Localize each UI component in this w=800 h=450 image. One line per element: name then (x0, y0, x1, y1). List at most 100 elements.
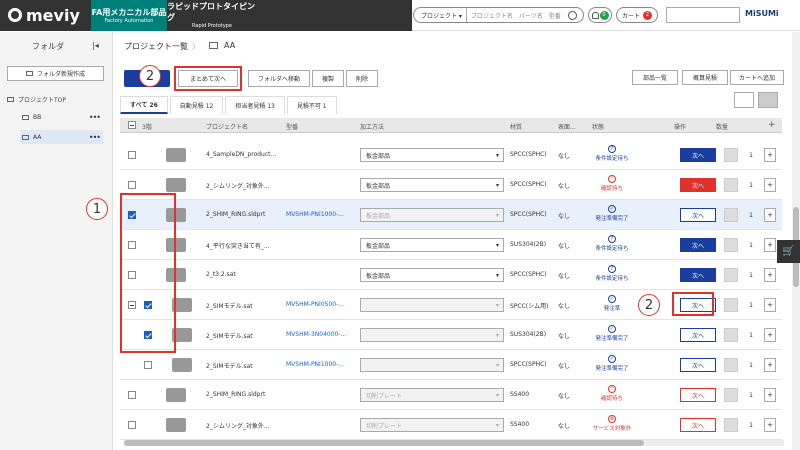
copy-button[interactable]: 複製 (312, 70, 344, 87)
quantity-stepper[interactable]: 1 + (724, 178, 780, 192)
quantity-stepper[interactable]: 1 + (724, 268, 780, 282)
model-number[interactable]: MVSHM-PNI1000-... (286, 211, 344, 218)
cart-button[interactable]: カート 2 (616, 7, 658, 23)
model-number[interactable]: MVSHM-PNI1000-... (286, 361, 344, 368)
part-thumbnail[interactable] (172, 358, 192, 372)
quantity-plus[interactable]: + (764, 388, 776, 402)
quantity-minus[interactable] (724, 208, 738, 222)
quantity-minus[interactable] (724, 178, 738, 192)
method-select[interactable]: 板金部品 ▾ (360, 238, 504, 252)
project-name[interactable]: 2_SHIM_RING.sldprt (206, 391, 265, 398)
method-select[interactable]: 切削プレート ▾ (360, 388, 504, 402)
notification-button[interactable]: 0 (588, 7, 612, 23)
project-name[interactable]: 2_SHIM_RING.sldprt (206, 211, 265, 218)
next-button[interactable]: 次へ (680, 208, 716, 222)
tab-rapid-prototype[interactable]: ラピッドプロトタイピング Rapid Prototype (167, 0, 257, 31)
table-row[interactable]: 2_SIMモデル.sat MVSHM-3N04000-... ▾ SUS304(2B)… (120, 320, 782, 350)
new-folder-button[interactable]: フォルダ新規作成 (7, 66, 104, 81)
table-row[interactable]: 2_SIMモデル.sat MVSHM-PNI1000-... ▾ SPCC(SPHC)… (120, 350, 782, 380)
quantity-stepper[interactable]: 1 + (724, 358, 780, 372)
next-button[interactable]: 次へ (680, 358, 716, 372)
quantity-plus[interactable]: + (764, 148, 776, 162)
add-to-cart-button[interactable]: カートへ追加 (730, 70, 784, 85)
grid-view-button[interactable] (734, 92, 754, 108)
method-select[interactable]: 板金部品 ▾ (360, 148, 504, 162)
sidebar-collapse-icon[interactable]: |◂ (92, 41, 99, 50)
tab-not-estimable[interactable]: 見積不可 1 (286, 96, 337, 114)
quantity-stepper[interactable]: 1 + (724, 238, 780, 252)
horizontal-scrollbar[interactable] (124, 440, 784, 446)
quantity-value[interactable]: 1 (738, 328, 764, 342)
next-button[interactable]: 次へ (680, 148, 716, 162)
breadcrumb-root[interactable]: プロジェクト一覧 (124, 41, 188, 52)
col-model[interactable]: 型番 (286, 122, 298, 131)
row-checkbox[interactable] (128, 421, 136, 429)
quantity-stepper[interactable]: 1 + (724, 418, 780, 432)
project-name[interactable]: 2_t3.2.sat (206, 271, 236, 278)
method-select[interactable]: 切削プレート ▾ (360, 418, 504, 432)
search-input[interactable]: プロジェクト名 パーツ名 型番 (467, 11, 568, 20)
method-select[interactable]: ▾ (360, 298, 504, 312)
part-thumbnail[interactable] (166, 178, 186, 192)
next-button[interactable]: 次へ (680, 418, 716, 432)
quantity-stepper[interactable]: 1 + (724, 298, 780, 312)
model-number[interactable]: MVSHM-3N04000-... (286, 331, 346, 338)
method-select[interactable]: ▾ (360, 358, 504, 372)
delete-button[interactable]: 削除 (346, 70, 378, 87)
table-row[interactable]: 2_SHIM_RING.sldprt 切削プレート ▾ SS400 なし! 確認待ち 次へ 1… (120, 380, 782, 410)
row-checkbox[interactable] (128, 181, 136, 189)
quantity-minus[interactable] (724, 268, 738, 282)
search-bar[interactable]: プロジェクト ▾ プロジェクト名 パーツ名 型番 (413, 7, 584, 23)
project-name[interactable]: 4_SampleDN_product... (206, 151, 276, 158)
model-number[interactable]: MVSHM-PNI0500-... (286, 301, 344, 308)
next-button[interactable]: 次へ (680, 178, 716, 192)
project-top-link[interactable]: プロジェクトTOP (7, 95, 66, 104)
quantity-value[interactable]: 1 (738, 148, 764, 162)
part-thumbnail[interactable] (166, 148, 186, 162)
quantity-plus[interactable]: + (764, 358, 776, 372)
quantity-plus[interactable]: + (764, 298, 776, 312)
quantity-plus[interactable]: + (764, 238, 776, 252)
table-row[interactable]: 2_シムリング_対象外... 板金部品 ▾ SPCC(SPHC) なし! 確認待ち 次へ 1 + (120, 170, 782, 200)
row-checkbox[interactable] (128, 391, 136, 399)
quantity-value[interactable]: 1 (738, 178, 764, 192)
quantity-plus[interactable]: + (764, 268, 776, 282)
project-name[interactable]: 2_シムリング_対象外... (206, 421, 270, 430)
table-row[interactable]: 4_平行な突き当て有_... 板金部品 ▾ SUS304(2B) なし? 条件設定待ち 次へ… (120, 230, 782, 260)
quantity-value[interactable]: 1 (738, 298, 764, 312)
next-button[interactable]: 次へ (680, 268, 716, 282)
col-surface[interactable]: 表面... (558, 122, 576, 131)
quantity-value[interactable]: 1 (738, 358, 764, 372)
quantity-minus[interactable] (724, 298, 738, 312)
table-row[interactable]: 4_SampleDN_product... 板金部品 ▾ SPCC(SPHC) なし? 条… (120, 140, 782, 170)
list-view-button[interactable] (758, 92, 778, 108)
quantity-minus[interactable] (724, 388, 738, 402)
table-row[interactable]: 2_シムリング_対象外... 切削プレート ▾ SS400 なし ⊗ サービス対象外 次へ 1 + (120, 410, 782, 440)
next-button[interactable]: 次へ (680, 238, 716, 252)
estimate-button[interactable]: 概算見積 (682, 70, 728, 85)
row-checkbox[interactable] (144, 361, 152, 369)
quantity-plus[interactable]: + (764, 178, 776, 192)
tab-staff-estimate[interactable]: 担当者見積 13 (225, 96, 285, 114)
part-thumbnail[interactable] (166, 418, 186, 432)
next-button[interactable]: 次へ (680, 328, 716, 342)
quantity-minus[interactable] (724, 238, 738, 252)
sidebar-item-aa[interactable]: AA ••• (20, 130, 103, 144)
method-select[interactable]: 板金部品 ▾ (360, 178, 504, 192)
quantity-plus[interactable]: + (764, 418, 776, 432)
meviy-logo[interactable]: meviy (0, 0, 91, 31)
quantity-stepper[interactable]: 1 + (724, 148, 780, 162)
method-select[interactable]: 板金部品 ▾ (360, 208, 504, 222)
project-name[interactable]: 2_SIMモデル.sat (206, 361, 253, 370)
method-select[interactable]: 板金部品 ▾ (360, 268, 504, 282)
tab-auto-estimate[interactable]: 自動見積 12 (169, 96, 224, 114)
quantity-minus[interactable] (724, 328, 738, 342)
floating-cart-button[interactable]: 🛒 (777, 240, 800, 263)
user-menu[interactable] (666, 7, 740, 23)
next-button[interactable]: 次へ (680, 388, 716, 402)
col-status[interactable]: 状態 (592, 122, 604, 131)
method-select[interactable]: ▾ (360, 328, 504, 342)
tab-all[interactable]: すべて 26 (120, 96, 168, 114)
horizontal-scroll-thumb[interactable] (124, 440, 644, 446)
select-all-checkbox[interactable] (128, 121, 136, 129)
